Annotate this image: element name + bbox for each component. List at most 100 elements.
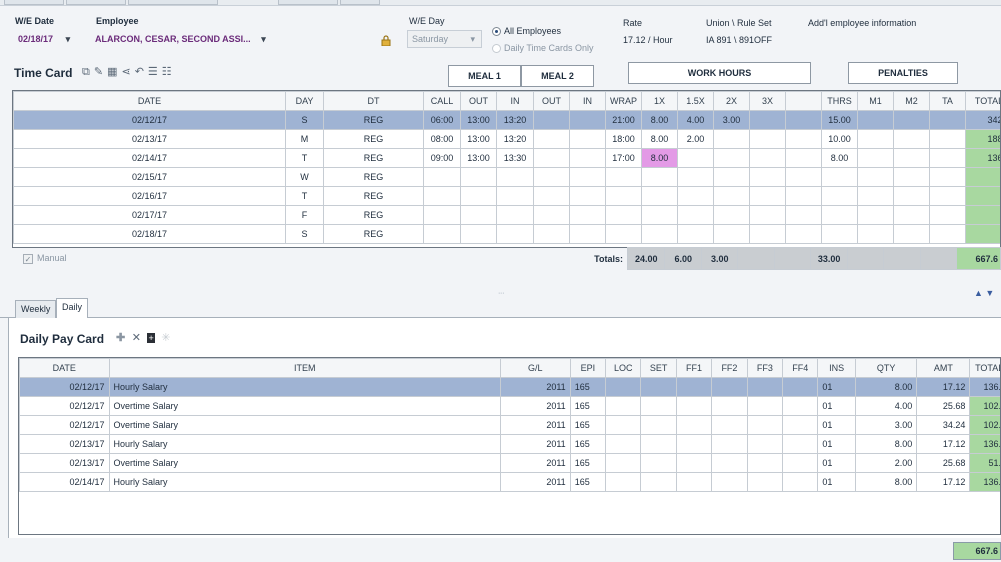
timecard-row[interactable]: 02/14/17 T REG 09:00 13:00 13:30 17:00 8.00 8.00… [13,148,1000,168]
timecard-cell-m1[interactable] [857,224,894,244]
paycard-cell-total[interactable]: 102.7 [969,396,1000,416]
timecard-cell-x3[interactable] [749,148,786,168]
paycard-cell-qty[interactable]: 8.00 [854,434,918,454]
timecard-cell-x2[interactable] [713,224,750,244]
timecard-cell-ta[interactable] [929,148,966,168]
paycard-cell-amt[interactable]: 34.24 [916,415,971,435]
share-icon[interactable]: ⋖ [121,65,130,78]
paycard-cell-gl[interactable]: 2011 [499,434,571,454]
paycard-cell-qty[interactable]: 8.00 [854,377,918,397]
timecard-cell-x15[interactable]: 2.00 [677,129,714,149]
timecard-cell-blank[interactable] [785,224,822,244]
timecard-cell-wrap[interactable] [605,224,642,244]
timecard-cell-thrs[interactable] [821,224,858,244]
paycard-cell-date[interactable]: 02/12/17 [19,396,110,416]
timecard-cell-date[interactable]: 02/18/17 [13,224,286,244]
timecard-cell-out1[interactable]: 13:00 [460,129,497,149]
paycard-cell-set[interactable] [640,396,677,416]
addl-info-link[interactable]: Add'l employee information [808,18,916,28]
timecard-cell-m2[interactable] [893,205,930,225]
timecard-cell-total[interactable]: 188.3 [965,129,1000,149]
timecard-cell-call[interactable]: 09:00 [423,148,461,168]
paycard-cell-epi[interactable]: 165 [569,472,607,492]
timecard-cell-total[interactable] [965,224,1000,244]
daily-time-cards-radio[interactable]: Daily Time Cards Only [492,43,594,54]
timecard-cell-in2[interactable] [569,167,606,187]
timecard-row[interactable]: 02/16/17 T REG [13,186,1000,206]
timecard-cell-m2[interactable] [893,148,930,168]
timecard-cell-in2[interactable] [569,205,606,225]
timecard-cell-out2[interactable] [533,186,570,206]
timecard-cell-x2[interactable]: 3.00 [713,110,750,130]
paycard-cell-ff2[interactable] [711,377,748,397]
timecard-cell-x15[interactable] [677,186,714,206]
timecard-cell-x1[interactable] [641,205,678,225]
paycard-cell-ff2[interactable] [711,396,748,416]
paycard-cell-qty[interactable]: 3.00 [854,415,918,435]
timecard-cell-wrap[interactable] [605,205,642,225]
timecard-cell-x2[interactable] [713,205,750,225]
paycard-cell-ff2[interactable] [711,472,748,492]
add-row-icon[interactable]: + [147,333,155,343]
timecard-cell-out1[interactable] [460,167,497,187]
all-employees-radio[interactable]: All Employees [492,26,561,37]
paycard-cell-item[interactable]: Hourly Salary [108,472,501,492]
paycard-cell-loc[interactable] [605,472,642,492]
paycard-cell-item[interactable]: Hourly Salary [108,434,501,454]
timecard-cell-wrap[interactable] [605,186,642,206]
timecard-cell-ta[interactable] [929,224,966,244]
timecard-cell-dt[interactable]: REG [323,129,424,149]
paycard-cell-ff2[interactable] [711,453,748,473]
timecard-cell-blank[interactable] [785,129,822,149]
timecard-row[interactable]: 02/13/17 M REG 08:00 13:00 13:20 18:00 8.00 2.00… [13,129,1000,149]
timecard-cell-x15[interactable]: 4.00 [677,110,714,130]
timecard-cell-wrap[interactable]: 17:00 [605,148,642,168]
timecard-cell-day[interactable]: S [285,110,324,130]
edit-icon[interactable]: ✎ [94,65,103,78]
timecard-cell-in1[interactable] [496,205,534,225]
splitter-handle[interactable]: ᐧᐧᐧ [498,289,504,298]
paycard-cell-ff4[interactable] [782,415,819,435]
timecard-cell-out2[interactable] [533,110,570,130]
paycard-cell-ff1[interactable] [675,377,713,397]
timecard-cell-call[interactable] [423,186,461,206]
timecard-cell-ta[interactable] [929,110,966,130]
timecard-cell-date[interactable]: 02/12/17 [13,110,286,130]
we-date-select[interactable]: 02/18/17 ▾ [14,31,84,49]
timecard-cell-ta[interactable] [929,205,966,225]
timecard-cell-total[interactable] [965,186,1000,206]
paycard-cell-set[interactable] [640,415,677,435]
timecard-cell-m1[interactable] [857,129,894,149]
timecard-row[interactable]: 02/15/17 W REG [13,167,1000,187]
paycard-cell-ff4[interactable] [782,434,819,454]
paycard-cell-date[interactable]: 02/13/17 [19,453,110,473]
paycard-cell-ff3[interactable] [746,453,784,473]
timecard-cell-out1[interactable]: 13:00 [460,110,497,130]
timecard-cell-call[interactable] [423,224,461,244]
timecard-cell-x1[interactable] [641,224,678,244]
paycard-cell-ff1[interactable] [675,453,713,473]
timecard-cell-x1[interactable]: 8.00 [641,110,678,130]
timecard-cell-blank[interactable] [785,186,822,206]
timecard-cell-x3[interactable] [749,167,786,187]
add-icon[interactable]: ✚ [116,331,125,344]
timecard-cell-total[interactable]: 136.9 [965,148,1000,168]
timecard-cell-date[interactable]: 02/15/17 [13,167,286,187]
timecard-cell-blank[interactable] [785,148,822,168]
timecard-cell-m2[interactable] [893,186,930,206]
paycard-cell-amt[interactable]: 25.68 [916,396,971,416]
paycard-cell-item[interactable]: Overtime Salary [108,396,501,416]
timecard-cell-x3[interactable] [749,205,786,225]
timecard-cell-total[interactable]: 342.4 [965,110,1000,130]
paycard-cell-ff1[interactable] [675,415,713,435]
paycard-cell-ff2[interactable] [711,434,748,454]
timecard-cell-call[interactable] [423,167,461,187]
paycard-cell-set[interactable] [640,377,677,397]
timecard-cell-in1[interactable]: 13:20 [496,129,534,149]
timecard-cell-thrs[interactable] [821,167,858,187]
timecard-cell-dt[interactable]: REG [323,205,424,225]
paycard-cell-set[interactable] [640,453,677,473]
paycard-cell-ins[interactable]: 01 [817,472,856,492]
timecard-cell-out2[interactable] [533,148,570,168]
timecard-cell-out2[interactable] [533,224,570,244]
